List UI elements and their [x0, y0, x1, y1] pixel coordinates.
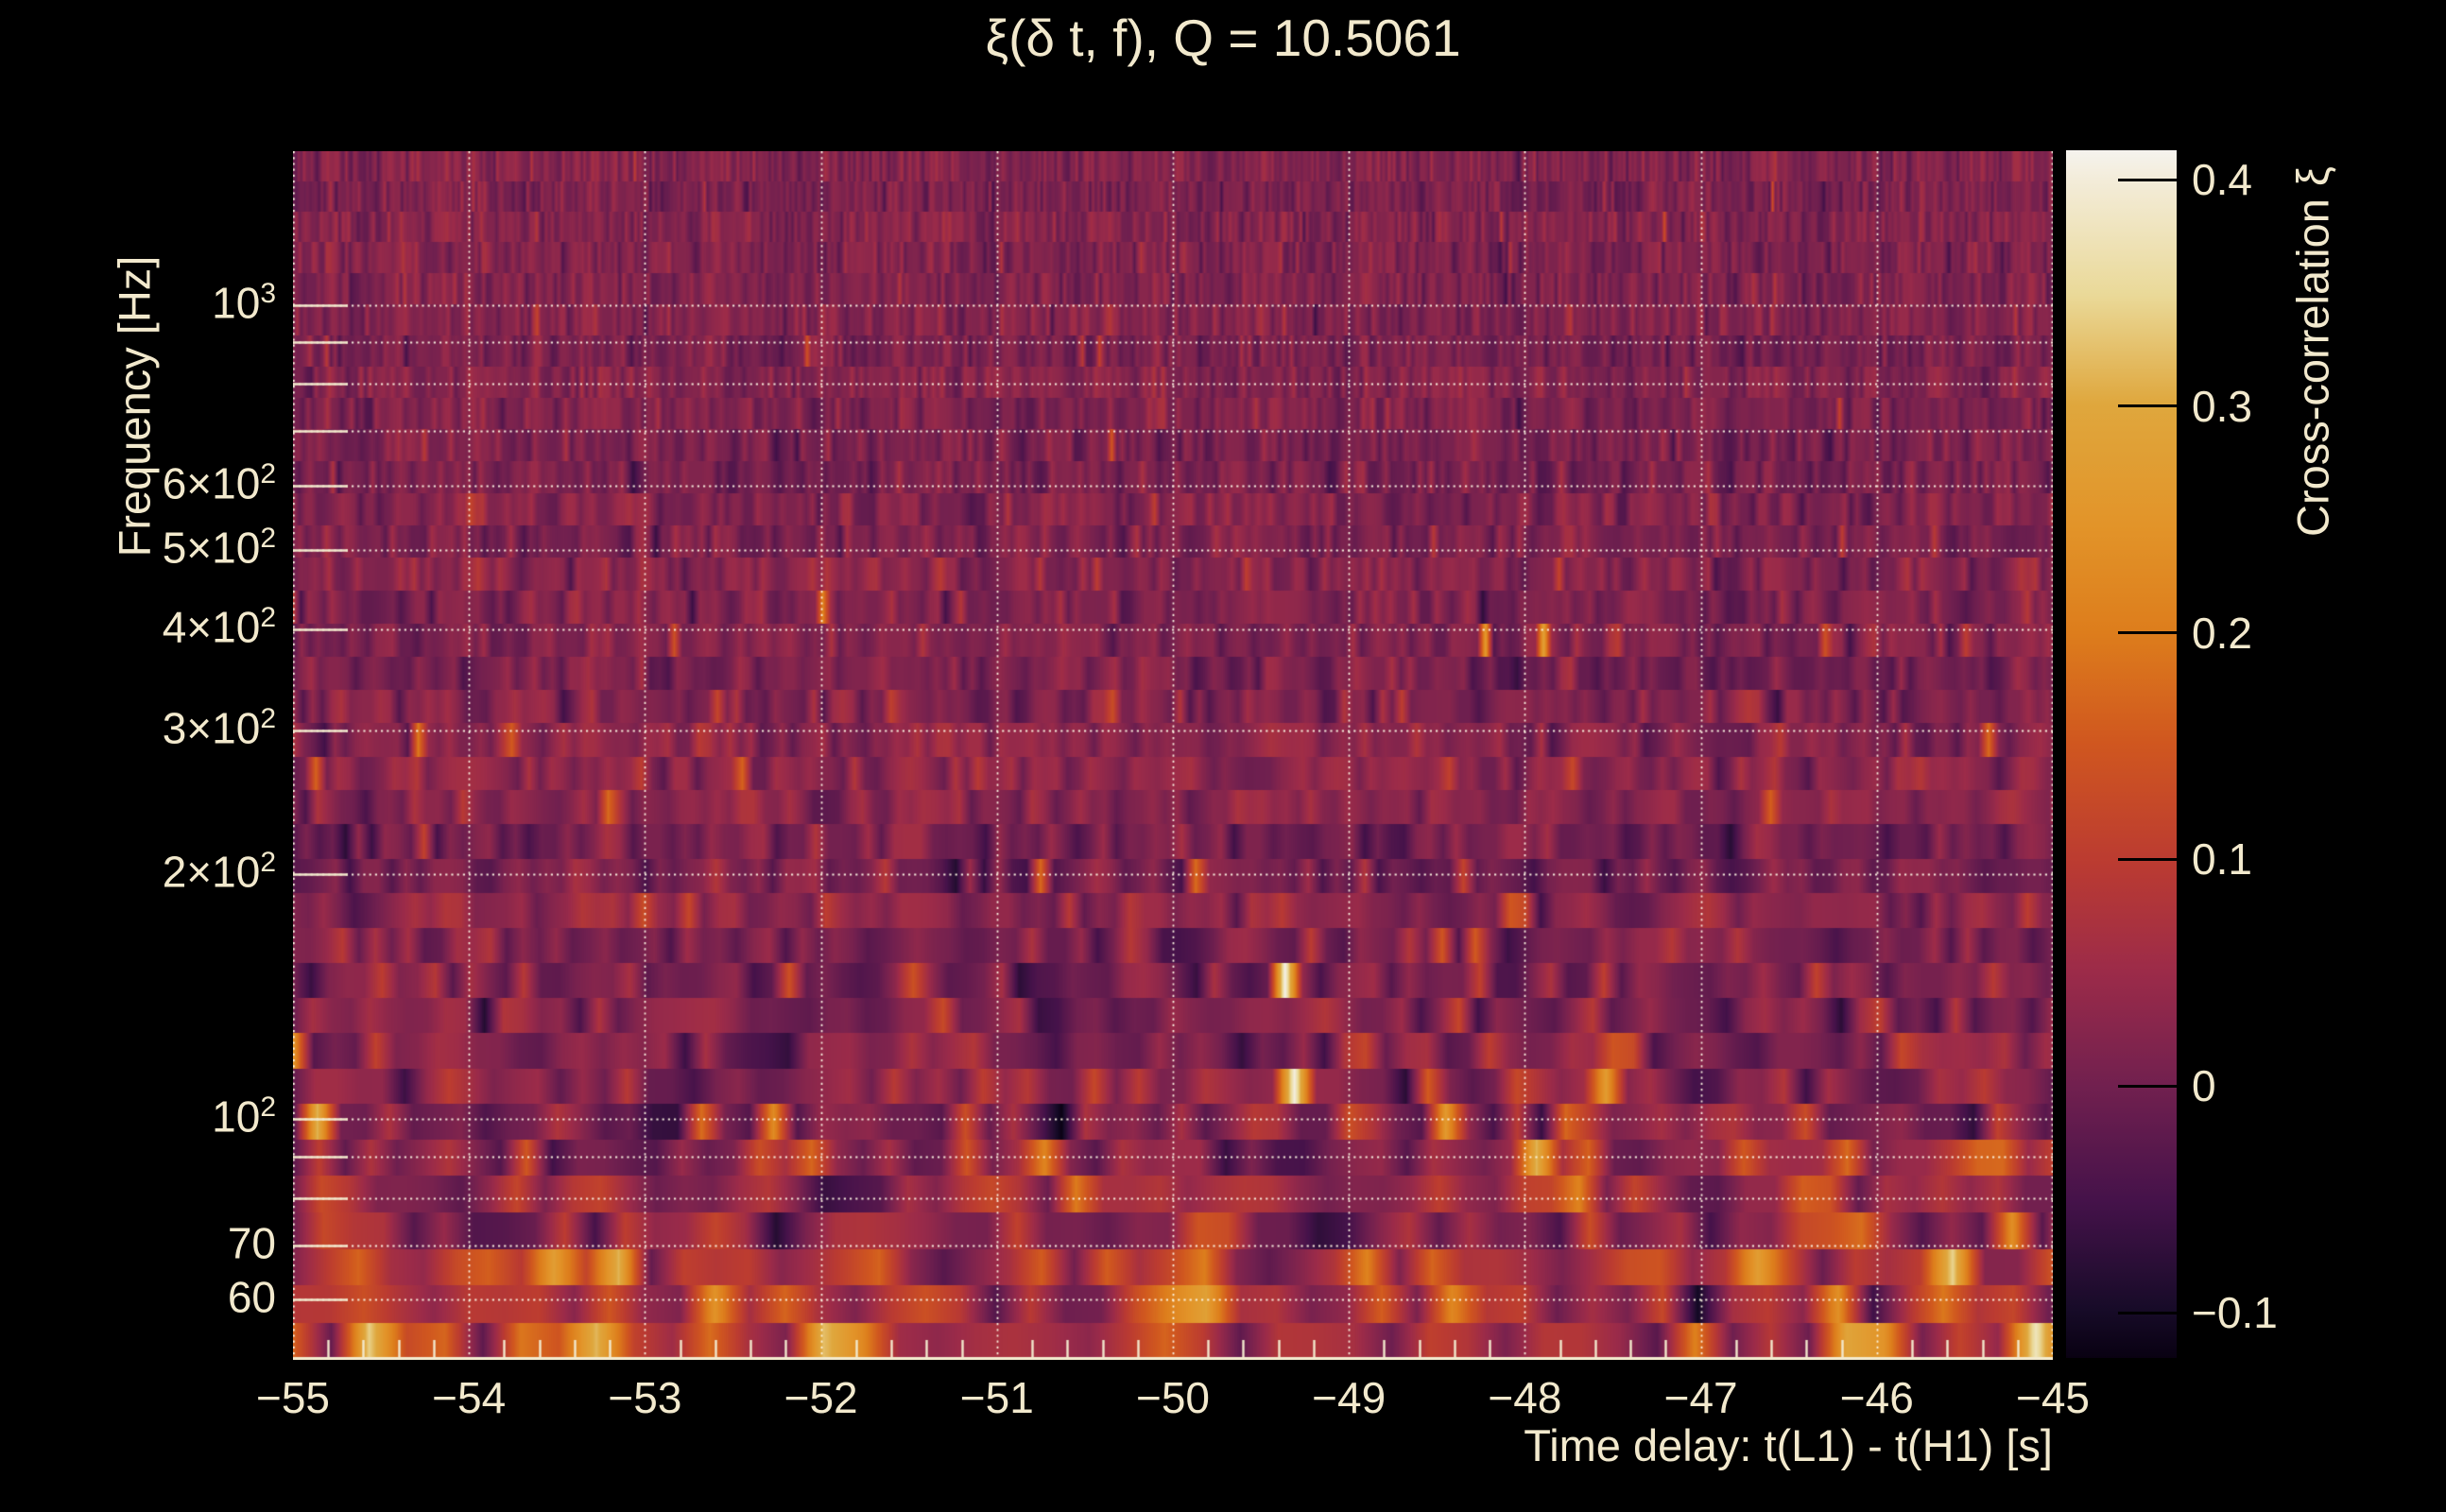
colorbar-gradient	[2066, 150, 2177, 1358]
colorbar-tick	[2118, 631, 2177, 634]
figure-root: { "title": "ξ(δ t, f), Q = 10.5061", "x_…	[0, 0, 2446, 1512]
colorbar-tick-label: 0.2	[2192, 608, 2252, 659]
heatmap-canvas	[293, 151, 2053, 1360]
colorbar-tick-label: 0.3	[2192, 381, 2252, 432]
y-tick-label: 3×102	[163, 703, 276, 754]
plot-title: ξ(δ t, f), Q = 10.5061	[0, 8, 2446, 68]
y-tick-label: 103	[212, 277, 276, 328]
x-tick-label: −47	[1664, 1372, 1738, 1423]
y-tick-label-base: 60	[228, 1273, 276, 1322]
x-tick-label: −50	[1136, 1372, 1210, 1423]
y-tick-label-base: 4×10	[163, 602, 261, 651]
colorbar-tick	[2118, 1085, 2177, 1088]
y-tick-label-exponent: 2	[260, 1091, 276, 1123]
colorbar-title: Cross-correlation ξ	[2287, 166, 2339, 537]
x-tick-label: −52	[784, 1372, 858, 1423]
y-tick-label-base: 3×10	[163, 704, 261, 753]
y-tick-label: 6×102	[163, 457, 276, 508]
y-tick-label: 102	[212, 1091, 276, 1142]
y-tick-label: 2×102	[163, 846, 276, 897]
y-tick-label: 5×102	[163, 523, 276, 574]
y-tick-label-base: 6×10	[163, 458, 261, 507]
y-tick-label-exponent: 2	[260, 602, 276, 633]
x-tick-label: −55	[256, 1372, 330, 1423]
y-tick-label-base: 10	[212, 1091, 260, 1141]
y-tick-label-exponent: 2	[260, 847, 276, 878]
y-tick-label-base: 70	[228, 1218, 276, 1267]
y-tick-label: 4×102	[163, 601, 276, 652]
y-tick-label-exponent: 2	[260, 523, 276, 554]
y-tick-label-exponent: 2	[260, 458, 276, 490]
colorbar-tick	[2118, 179, 2177, 181]
y-tick-label: 60	[228, 1272, 276, 1323]
colorbar-tick-label: 0.4	[2192, 154, 2252, 205]
colorbar-tick-label: 0	[2192, 1060, 2216, 1111]
y-axis-title: Frequency [Hz]	[109, 256, 161, 558]
y-tick-label-base: 5×10	[163, 524, 261, 573]
y-tick-label-base: 10	[212, 278, 260, 327]
x-tick-label: −48	[1488, 1372, 1561, 1423]
colorbar-tick	[2118, 858, 2177, 861]
x-tick-label: −45	[2016, 1372, 2090, 1423]
x-tick-label: −46	[1840, 1372, 1914, 1423]
colorbar-tick	[2118, 1312, 2177, 1314]
y-tick-label-exponent: 3	[260, 278, 276, 309]
x-tick-label: −51	[960, 1372, 1034, 1423]
x-tick-label: −49	[1312, 1372, 1386, 1423]
x-tick-label: −53	[608, 1372, 681, 1423]
colorbar-tick	[2118, 404, 2177, 407]
x-axis-title: Time delay: t(L1) - t(H1) [s]	[1524, 1419, 2053, 1471]
colorbar-tick-label: −0.1	[2192, 1287, 2278, 1338]
y-tick-label-exponent: 2	[260, 703, 276, 734]
y-tick-label-base: 2×10	[163, 847, 261, 896]
y-tick-label: 70	[228, 1217, 276, 1268]
colorbar-tick-label: 0.1	[2192, 833, 2252, 885]
x-tick-label: −54	[432, 1372, 506, 1423]
